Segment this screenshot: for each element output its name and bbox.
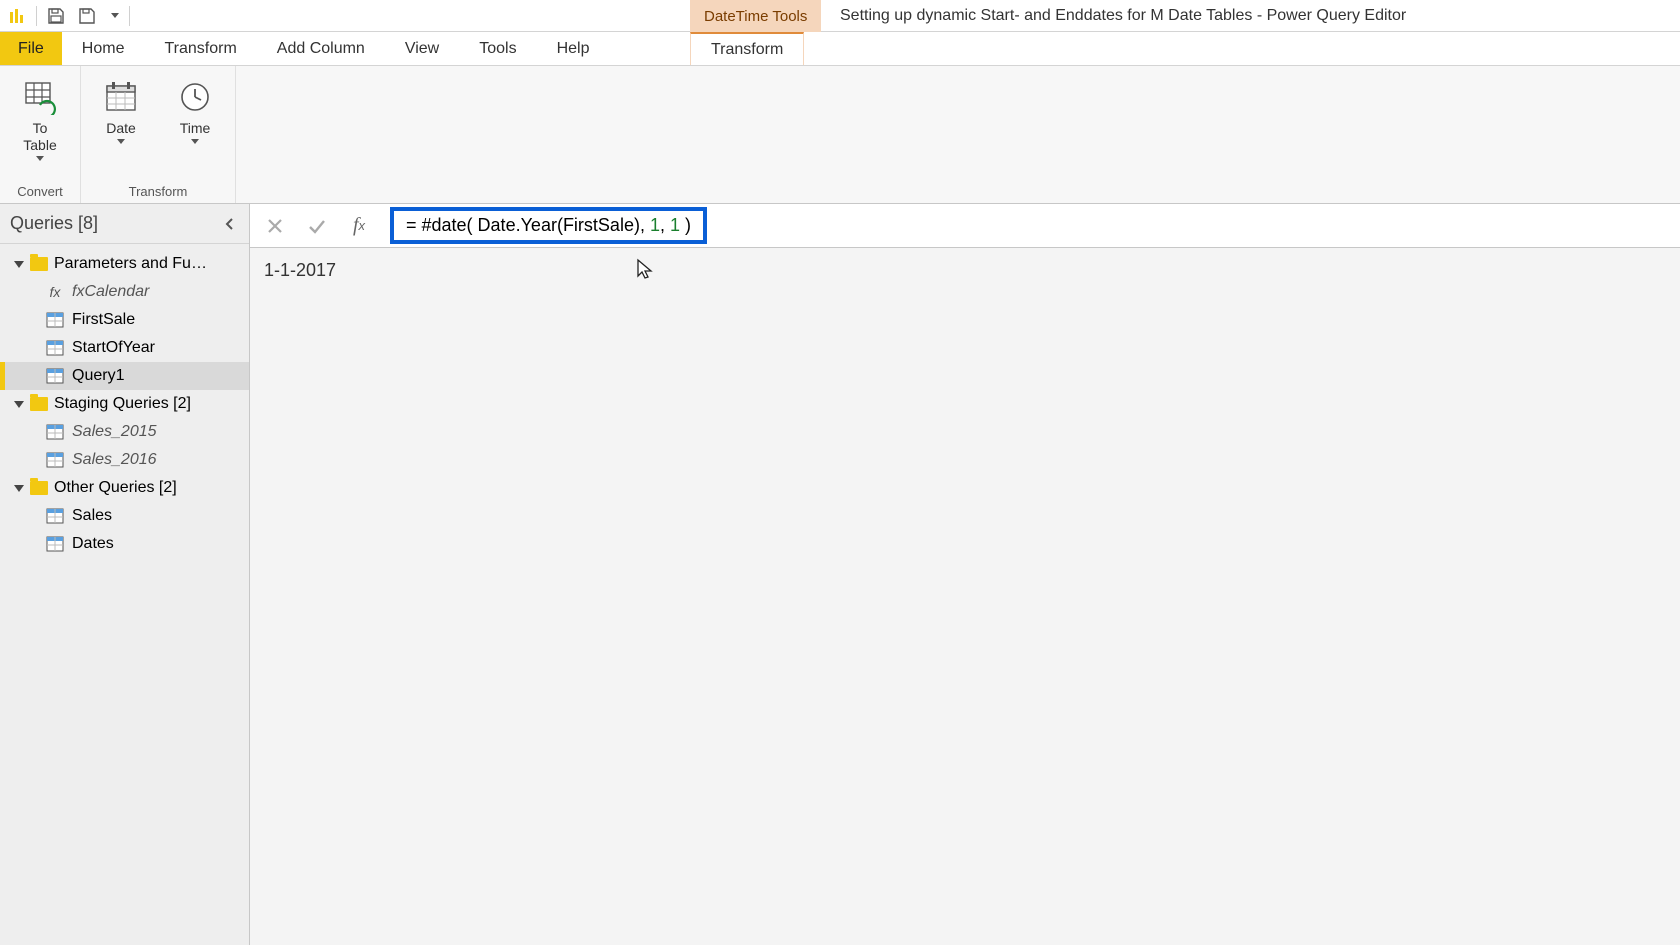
query-label: Sales_2015 bbox=[72, 423, 157, 441]
calendar-icon bbox=[102, 78, 140, 116]
table-icon bbox=[46, 536, 64, 552]
query-sales2016[interactable]: Sales_2016 bbox=[0, 446, 249, 474]
table-icon bbox=[46, 368, 64, 384]
query-label: Sales_2016 bbox=[72, 451, 157, 469]
time-button[interactable]: Time bbox=[167, 78, 223, 144]
separator bbox=[129, 6, 130, 26]
tab-tools[interactable]: Tools bbox=[459, 32, 536, 65]
folder-icon bbox=[30, 257, 48, 271]
separator bbox=[36, 6, 37, 26]
folder-label: Parameters and Functions bbox=[54, 255, 214, 273]
folder-label: Other Queries [2] bbox=[54, 479, 177, 497]
chevron-down-icon bbox=[191, 139, 199, 144]
chevron-down-icon bbox=[36, 156, 44, 161]
query-label: Query1 bbox=[72, 367, 124, 385]
result-value: 1-1-2017 bbox=[264, 260, 336, 280]
ribbon-group-label-transform: Transform bbox=[129, 181, 188, 201]
save-dropdown-icon[interactable] bbox=[75, 7, 99, 25]
query-dates[interactable]: Dates bbox=[0, 530, 249, 558]
tab-context-transform[interactable]: Transform bbox=[690, 32, 804, 65]
ribbon-group-transform: Date Time Transform bbox=[81, 66, 236, 203]
result-area: 1-1-2017 bbox=[250, 248, 1680, 293]
query-sales2015[interactable]: Sales_2015 bbox=[0, 418, 249, 446]
query-sales[interactable]: Sales bbox=[0, 502, 249, 530]
query-fxcalendar[interactable]: fx fxCalendar bbox=[0, 278, 249, 306]
to-table-icon bbox=[21, 78, 59, 116]
tab-file[interactable]: File bbox=[0, 32, 62, 65]
ribbon-group-convert: To Table Convert bbox=[0, 66, 81, 203]
formula-text-suffix: ) bbox=[680, 215, 691, 236]
content-area: fx = #date( Date.Year(FirstSale), 1, 1 )… bbox=[250, 204, 1680, 945]
folder-parameters[interactable]: Parameters and Functions bbox=[0, 250, 249, 278]
time-label: Time bbox=[180, 120, 211, 137]
clock-icon bbox=[176, 78, 214, 116]
contextual-tab-header: DateTime Tools bbox=[690, 0, 821, 32]
ribbon-group-label-convert: Convert bbox=[17, 181, 63, 201]
query-firstsale[interactable]: FirstSale bbox=[0, 306, 249, 334]
tab-help[interactable]: Help bbox=[537, 32, 610, 65]
app-icon bbox=[8, 7, 26, 25]
formula-cancel-button[interactable] bbox=[256, 210, 294, 242]
window-title: Setting up dynamic Start- and Enddates f… bbox=[840, 7, 1406, 25]
tab-add-column[interactable]: Add Column bbox=[257, 32, 385, 65]
query-startofyear[interactable]: StartOfYear bbox=[0, 334, 249, 362]
tab-transform[interactable]: Transform bbox=[144, 32, 256, 65]
main-area: Queries [8] Parameters and Functions fx … bbox=[0, 204, 1680, 945]
table-icon bbox=[46, 424, 64, 440]
table-icon bbox=[46, 508, 64, 524]
function-icon: fx bbox=[46, 284, 64, 300]
ribbon-tabs: File Home Transform Add Column View Tool… bbox=[0, 32, 1680, 66]
queries-header: Queries [8] bbox=[0, 204, 249, 244]
contextual-tab-label: DateTime Tools bbox=[690, 0, 821, 32]
queries-header-label: Queries [8] bbox=[10, 213, 98, 234]
query-label: FirstSale bbox=[72, 311, 135, 329]
query-label: fxCalendar bbox=[72, 283, 149, 301]
tab-home[interactable]: Home bbox=[62, 32, 145, 65]
table-icon bbox=[46, 340, 64, 356]
qat-customize-icon[interactable] bbox=[111, 13, 119, 18]
date-button[interactable]: Date bbox=[93, 78, 149, 144]
collapse-pane-button[interactable] bbox=[221, 215, 239, 233]
folder-label: Staging Queries [2] bbox=[54, 395, 191, 413]
chevron-down-icon bbox=[117, 139, 125, 144]
formula-bar: fx = #date( Date.Year(FirstSale), 1, 1 ) bbox=[250, 204, 1680, 248]
formula-text-prefix: = #date( Date.Year(FirstSale), bbox=[406, 215, 650, 236]
folder-other[interactable]: Other Queries [2] bbox=[0, 474, 249, 502]
date-label: Date bbox=[106, 120, 136, 137]
to-table-label: To Table bbox=[23, 120, 56, 154]
queries-tree: Parameters and Functions fx fxCalendar F… bbox=[0, 244, 249, 564]
table-icon bbox=[46, 452, 64, 468]
fx-icon[interactable]: fx bbox=[340, 210, 378, 242]
query-query1[interactable]: Query1 bbox=[0, 362, 249, 390]
folder-staging[interactable]: Staging Queries [2] bbox=[0, 390, 249, 418]
caret-down-icon bbox=[14, 261, 24, 268]
formula-num1: 1 bbox=[650, 215, 660, 236]
formula-sep: , bbox=[660, 215, 670, 236]
query-label: Dates bbox=[72, 535, 114, 553]
folder-icon bbox=[30, 397, 48, 411]
tab-view[interactable]: View bbox=[385, 32, 459, 65]
formula-num2: 1 bbox=[670, 215, 680, 236]
queries-pane: Queries [8] Parameters and Functions fx … bbox=[0, 204, 250, 945]
caret-down-icon bbox=[14, 401, 24, 408]
title-bar: DateTime Tools Setting up dynamic Start-… bbox=[0, 0, 1680, 32]
folder-icon bbox=[30, 481, 48, 495]
formula-input[interactable]: = #date( Date.Year(FirstSale), 1, 1 ) bbox=[390, 207, 707, 244]
to-table-button[interactable]: To Table bbox=[12, 78, 68, 161]
table-icon bbox=[46, 312, 64, 328]
query-label: Sales bbox=[72, 507, 112, 525]
ribbon-body: To Table Convert Date bbox=[0, 66, 1680, 204]
query-label: StartOfYear bbox=[72, 339, 155, 357]
cursor-icon bbox=[636, 258, 654, 280]
quick-access-toolbar bbox=[0, 0, 138, 31]
save-icon[interactable] bbox=[47, 7, 65, 25]
caret-down-icon bbox=[14, 485, 24, 492]
formula-accept-button[interactable] bbox=[298, 210, 336, 242]
